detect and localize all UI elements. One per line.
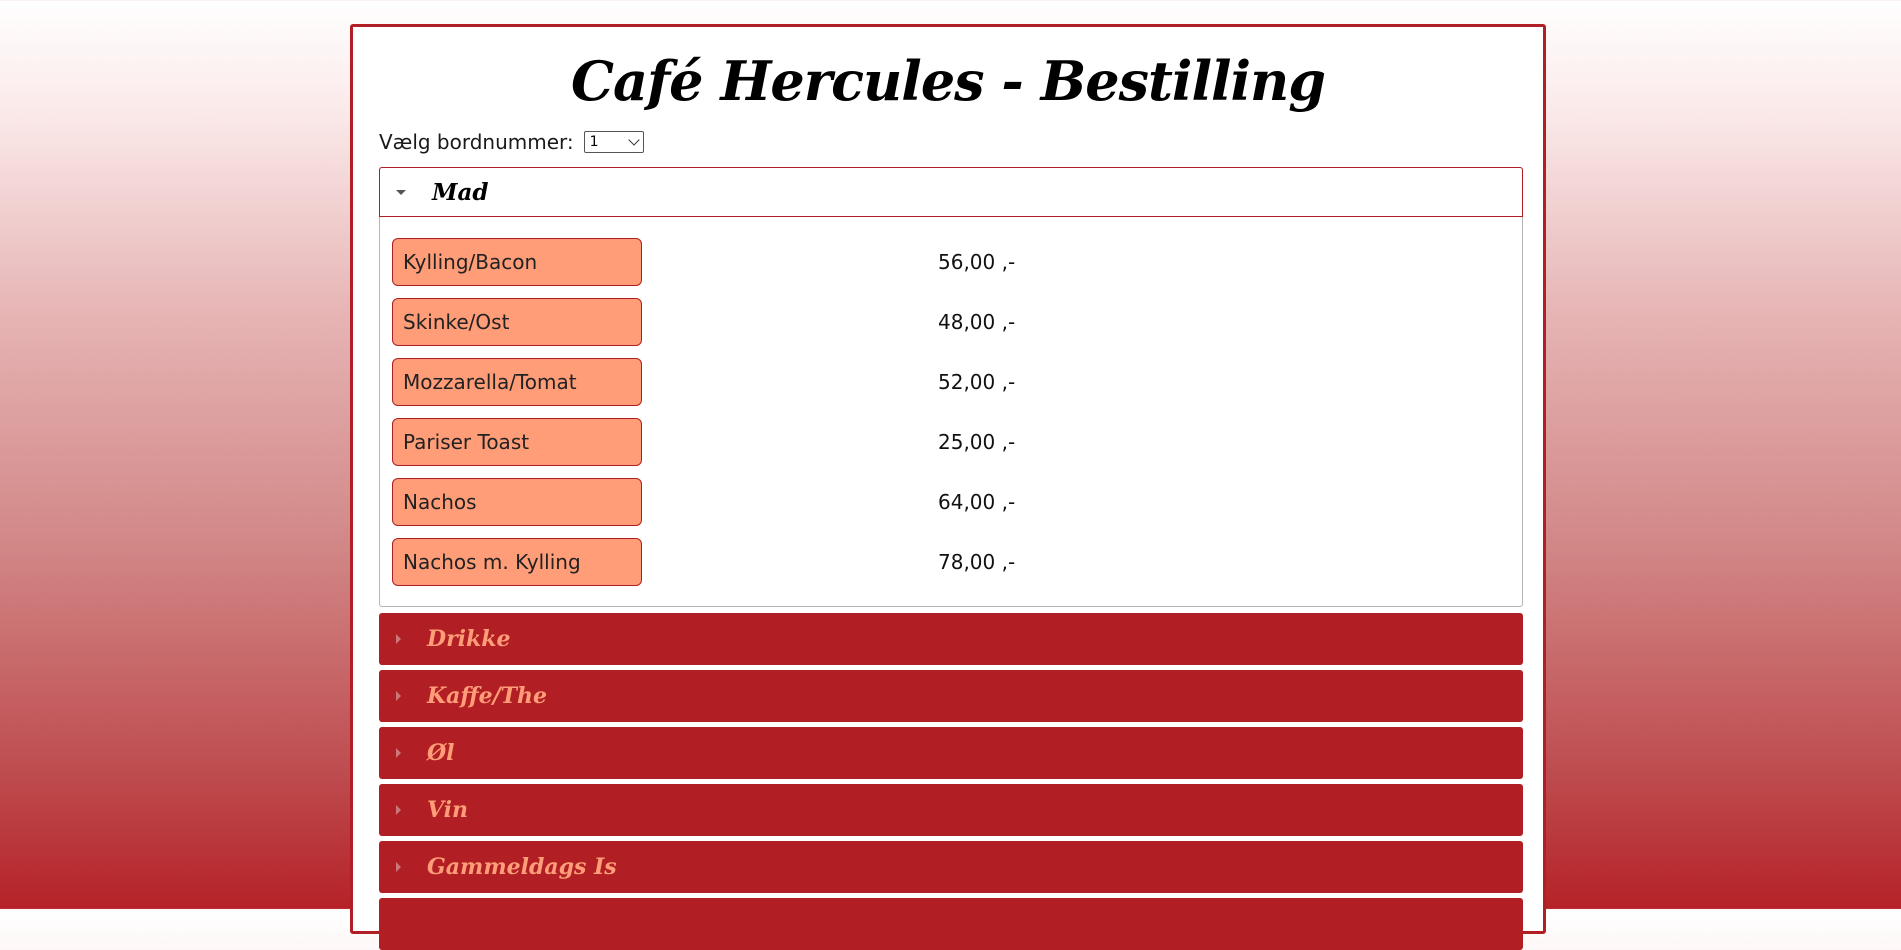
accordion-header-drikke[interactable]: Drikke: [379, 613, 1523, 665]
caret-down-icon: [396, 189, 406, 195]
accordion-label: Vin: [427, 797, 469, 823]
accordion-label: Gammeldags Is: [427, 854, 617, 880]
caret-right-icon: [396, 634, 401, 644]
menu-item-price: 56,00 ,-: [938, 250, 1016, 274]
menu-item-button[interactable]: Nachos m. Kylling: [392, 538, 642, 586]
chevron-down-icon: [628, 134, 640, 146]
accordion-header-gammeldags-is[interactable]: Gammeldags Is: [379, 841, 1523, 893]
accordion-label: Kaffe/The: [427, 683, 547, 709]
accordion-header-more[interactable]: [379, 898, 1523, 950]
menu-item: Mozzarella/Tomat 52,00 ,-: [392, 358, 1512, 406]
table-number-select[interactable]: 1: [583, 131, 644, 153]
accordion-section-mad: Mad Kylling/Bacon 56,00 ,- Skinke/Ost 48…: [379, 167, 1523, 607]
caret-right-icon: [396, 805, 401, 815]
menu-item: Nachos 64,00 ,-: [392, 478, 1512, 526]
menu-item: Skinke/Ost 48,00 ,-: [392, 298, 1512, 346]
menu-item-button[interactable]: Pariser Toast: [392, 418, 642, 466]
menu-item-button[interactable]: Kylling/Bacon: [392, 238, 642, 286]
menu-item-button[interactable]: Skinke/Ost: [392, 298, 642, 346]
menu-item-price: 78,00 ,-: [938, 550, 1016, 574]
menu-item-price: 25,00 ,-: [938, 430, 1016, 454]
caret-right-icon: [396, 748, 401, 758]
accordion-label: Drikke: [427, 626, 511, 652]
accordion-label: Mad: [432, 178, 489, 206]
accordion-header-mad[interactable]: Mad: [379, 167, 1523, 217]
menu-item: Pariser Toast 25,00 ,-: [392, 418, 1512, 466]
menu-item-button[interactable]: Mozzarella/Tomat: [392, 358, 642, 406]
accordion-header-vin[interactable]: Vin: [379, 784, 1523, 836]
caret-right-icon: [396, 691, 401, 701]
menu-item-price: 64,00 ,-: [938, 490, 1016, 514]
accordion-header-ol[interactable]: Øl: [379, 727, 1523, 779]
table-selector-row: Vælg bordnummer: 1: [379, 129, 644, 155]
table-select-label: Vælg bordnummer:: [379, 130, 574, 154]
menu-item-price: 52,00 ,-: [938, 370, 1016, 394]
menu-item-price: 48,00 ,-: [938, 310, 1016, 334]
accordion-label: Øl: [427, 740, 455, 766]
page-title: Café Hercules - Bestilling: [570, 49, 1326, 113]
caret-right-icon: [396, 862, 401, 872]
accordion-header-kaffe-the[interactable]: Kaffe/The: [379, 670, 1523, 722]
order-panel: Café Hercules - Bestilling Vælg bordnumm…: [350, 24, 1546, 950]
menu-item: Kylling/Bacon 56,00 ,-: [392, 238, 1512, 286]
table-number-value: 1: [589, 134, 599, 150]
menu-item-button[interactable]: Nachos: [392, 478, 642, 526]
menu-item: Nachos m. Kylling 78,00 ,-: [392, 538, 1512, 586]
